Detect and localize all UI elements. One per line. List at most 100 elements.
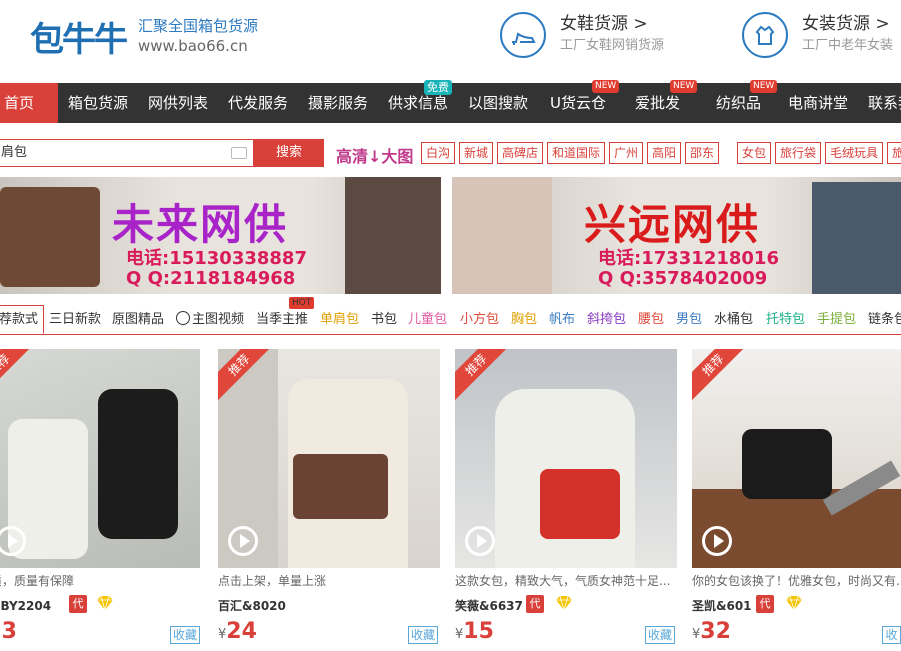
- market-tag[interactable]: 广州: [609, 142, 644, 164]
- nav-label: 电商讲堂: [788, 94, 849, 112]
- tab-mens-bag[interactable]: 男包: [676, 305, 702, 334]
- market-tag[interactable]: 毛绒玩具: [825, 142, 884, 164]
- nav-item-ecommerce-class[interactable]: 电商讲堂: [788, 83, 848, 123]
- tab-season-featured[interactable]: 当季主推 HOT: [256, 297, 315, 334]
- product-image[interactable]: 推荐: [218, 349, 440, 568]
- play-video-icon[interactable]: [465, 526, 495, 556]
- play-video-icon[interactable]: [702, 526, 732, 556]
- product-description: 点击上架，单量上涨: [218, 574, 327, 588]
- tab-recommended[interactable]: 荐款式: [0, 305, 44, 334]
- nav-label: 代发服务: [228, 94, 289, 112]
- favorite-button[interactable]: 收藏: [645, 626, 675, 644]
- tab-bucket-bag[interactable]: 水桶包: [714, 305, 753, 334]
- market-tag[interactable]: 白沟: [421, 142, 456, 164]
- tab-kids-bag[interactable]: 儿童包: [408, 305, 447, 334]
- nav-label: 供求信息: [388, 94, 449, 112]
- product-description: 这款女包，精致大气，气质女神范十足...: [455, 574, 671, 588]
- search-button[interactable]: 搜索: [254, 139, 324, 167]
- nav-item-supplier-list[interactable]: 网供列表: [148, 83, 208, 123]
- tab-waist-bag[interactable]: 腰包: [638, 305, 664, 334]
- product-card[interactable]: 推荐 点击上架，单量上涨 百汇&8020 ¥24 收藏: [218, 349, 440, 649]
- header-category-clothes[interactable]: 女装货源 > 工厂中老年女装: [742, 12, 893, 58]
- dropship-badge: 代: [69, 595, 87, 613]
- favorite-button[interactable]: 收藏: [882, 626, 901, 644]
- nav-item-u-warehouse[interactable]: U货云仓 NEW: [550, 80, 620, 123]
- chevron-right-icon: >: [633, 14, 648, 34]
- nav-item-dropship[interactable]: 代发服务: [228, 83, 288, 123]
- product-card[interactable]: 推荐 品质，质量有保障 锐&BY2204 代 ¥33 收藏: [0, 349, 200, 649]
- vendor-name[interactable]: 圣凯&601: [692, 597, 752, 614]
- tab-square-bag[interactable]: 小方包: [460, 305, 499, 334]
- market-tag[interactable]: 高阳: [647, 142, 682, 164]
- tab-label: 儿童包: [408, 312, 448, 327]
- price-value: 24: [226, 619, 257, 644]
- tab-canvas[interactable]: 帆布: [549, 305, 575, 334]
- logo-mark: 包牛牛: [30, 19, 128, 60]
- product-image[interactable]: 推荐: [0, 349, 200, 568]
- tab-label: 链条包: [868, 312, 901, 327]
- play-video-icon[interactable]: [228, 526, 258, 556]
- nav-item-image-search[interactable]: 以图搜款: [468, 83, 528, 123]
- tab-three-day-new[interactable]: 三日新款: [49, 305, 101, 334]
- market-tag[interactable]: 高碑店: [497, 142, 544, 164]
- market-tag[interactable]: 邵东: [685, 142, 720, 164]
- nav-item-bag-sources[interactable]: 箱包货源: [68, 83, 128, 123]
- tab-label: 手提包: [817, 312, 857, 327]
- hd-images-link[interactable]: 高清↓大图: [336, 143, 413, 167]
- tab-shoulder-bag[interactable]: 单肩包: [320, 305, 359, 334]
- nav-label: 摄影服务: [308, 94, 369, 112]
- market-tag[interactable]: 和道国际: [547, 142, 606, 164]
- product-image[interactable]: 推荐: [455, 349, 677, 568]
- market-tag[interactable]: 旅行袋: [775, 142, 822, 164]
- vendor-name[interactable]: 百汇&8020: [218, 597, 286, 614]
- category-subtitle: 工厂女鞋网销货源: [560, 38, 665, 53]
- tab-label: 水桶包: [714, 312, 754, 327]
- tab-handbag[interactable]: 手提包: [817, 305, 856, 334]
- nav-item-wholesale[interactable]: 爱批发 NEW: [635, 80, 698, 123]
- site-logo[interactable]: 包牛牛 汇聚全国箱包货源 www.bao66.cn: [30, 12, 258, 60]
- tab-crossbody[interactable]: 斜挎包: [587, 305, 626, 334]
- tab-original-images[interactable]: 原图精品: [112, 305, 164, 334]
- market-tag[interactable]: 旅: [887, 142, 901, 164]
- play-icon: [176, 311, 190, 325]
- vendor-name[interactable]: 笑薇&6637: [455, 597, 523, 614]
- favorite-button[interactable]: 收藏: [170, 626, 200, 644]
- market-tag[interactable]: 新城: [459, 142, 494, 164]
- recommend-ribbon: 推荐: [0, 349, 38, 404]
- nav-item-photography[interactable]: 摄影服务: [308, 83, 368, 123]
- nav-item-contact[interactable]: 联系我: [868, 83, 901, 123]
- new-badge: NEW: [750, 80, 778, 93]
- banner-title: 未来网供: [112, 200, 289, 249]
- category-title: 女鞋货源: [560, 14, 628, 34]
- camera-icon[interactable]: [231, 147, 247, 159]
- nav-item-supply-demand[interactable]: 供求信息 免费: [388, 80, 452, 123]
- market-tag[interactable]: 女包: [737, 142, 772, 164]
- nav-label: 网供列表: [148, 94, 209, 112]
- new-badge: NEW: [670, 80, 698, 93]
- favorite-button[interactable]: 收藏: [408, 626, 438, 644]
- main-nav: 首页 箱包货源 网供列表 代发服务 摄影服务 供求信息 免费 以图搜款 U货云仓 N…: [0, 80, 901, 123]
- banner-ad-right[interactable]: 兴远网供 电话:17331218016 Q Q:3578402009: [452, 177, 901, 294]
- product-price: ¥32: [692, 619, 731, 644]
- product-card[interactable]: 推荐 这款女包，精致大气，气质女神范十足... 笑薇&6637 代 ¥15 收藏: [455, 349, 677, 649]
- tab-chest-bag[interactable]: 胸包: [511, 305, 537, 334]
- nav-item-home[interactable]: 首页: [0, 83, 58, 123]
- vendor-name[interactable]: 锐&BY2204: [0, 597, 51, 614]
- tab-tote-bag[interactable]: 托特包: [766, 305, 805, 334]
- product-image[interactable]: 推荐: [692, 349, 901, 568]
- search-input[interactable]: 肩包: [0, 139, 254, 167]
- dropship-badge: 代: [526, 595, 544, 613]
- dropship-badge: 代: [756, 595, 774, 613]
- tab-schoolbag[interactable]: 书包: [371, 305, 397, 334]
- nav-label: 爱批发: [635, 94, 681, 112]
- tab-main-video[interactable]: 主图视频: [176, 305, 244, 334]
- header-category-shoes[interactable]: 女鞋货源 > 工厂女鞋网销货源: [500, 12, 664, 58]
- nav-item-textiles[interactable]: 纺织品 NEW: [716, 80, 778, 123]
- recommend-ribbon: 推荐: [692, 349, 752, 404]
- banner-ad-left[interactable]: 未来网供 电话:15130338887 Q Q:2118184968: [0, 177, 441, 294]
- tab-label: 书包: [371, 312, 398, 327]
- tab-chain-bag[interactable]: 链条包: [868, 305, 901, 334]
- product-price: ¥33: [0, 619, 17, 644]
- tab-label: 荐款式: [0, 312, 39, 327]
- product-card[interactable]: 推荐 你的女包该换了！优雅女包，时尚又有... 圣凯&601 代 ¥32 收藏: [692, 349, 901, 649]
